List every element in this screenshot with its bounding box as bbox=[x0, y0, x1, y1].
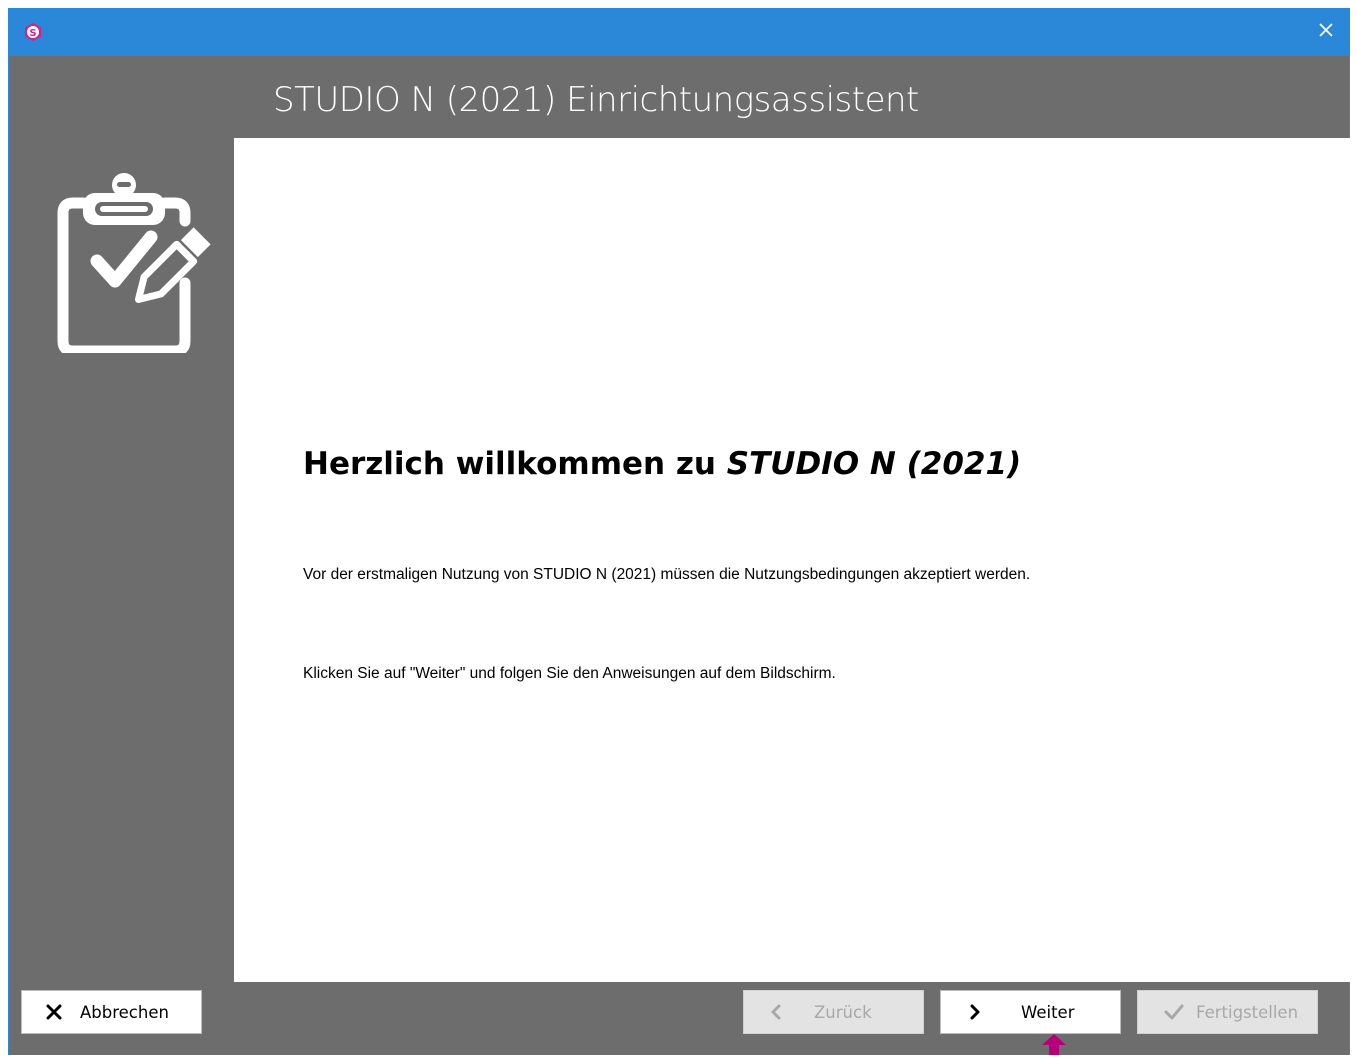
cancel-button-label: Abbrechen bbox=[80, 1002, 169, 1022]
welcome-heading: Herzlich willkommen zu STUDIO N (2021) bbox=[303, 446, 1021, 482]
wizard-title: STUDIO N (2021) Einrichtungsassistent bbox=[273, 80, 919, 120]
welcome-product-name: STUDIO N (2021) bbox=[726, 446, 1022, 482]
checkmark-icon bbox=[1164, 1004, 1184, 1020]
clipboard-check-pencil-icon bbox=[53, 163, 223, 357]
welcome-prefix: Herzlich willkommen zu bbox=[303, 446, 727, 482]
next-button[interactable]: Weiter bbox=[940, 990, 1121, 1034]
close-icon bbox=[1318, 22, 1334, 42]
studio-n-logo-icon: S bbox=[23, 22, 43, 42]
content-panel: Herzlich willkommen zu STUDIO N (2021) V… bbox=[234, 138, 1350, 982]
pointer-arrow-icon bbox=[1042, 1034, 1066, 1055]
next-button-label: Weiter bbox=[1021, 1002, 1075, 1022]
instructions-text: Klicken Sie auf "Weiter" und folgen Sie … bbox=[303, 665, 836, 682]
cancel-button[interactable]: Abbrechen bbox=[21, 990, 202, 1034]
close-icon bbox=[46, 1004, 62, 1020]
close-button[interactable] bbox=[1303, 8, 1349, 56]
chevron-left-icon bbox=[770, 1004, 782, 1020]
back-button-label: Zurück bbox=[814, 1002, 872, 1022]
finish-button[interactable]: Fertigstellen bbox=[1137, 990, 1318, 1034]
back-button[interactable]: Zurück bbox=[743, 990, 924, 1034]
chevron-right-icon bbox=[969, 1004, 981, 1020]
setup-wizard-window: S STUDIO N (2021) Einrichtungsassistent bbox=[8, 8, 1350, 1055]
terms-notice-text: Vor der erstmaligen Nutzung von STUDIO N… bbox=[303, 566, 1031, 583]
title-bar[interactable]: S bbox=[9, 8, 1349, 56]
svg-text:S: S bbox=[29, 28, 36, 39]
finish-button-label: Fertigstellen bbox=[1196, 1002, 1299, 1022]
